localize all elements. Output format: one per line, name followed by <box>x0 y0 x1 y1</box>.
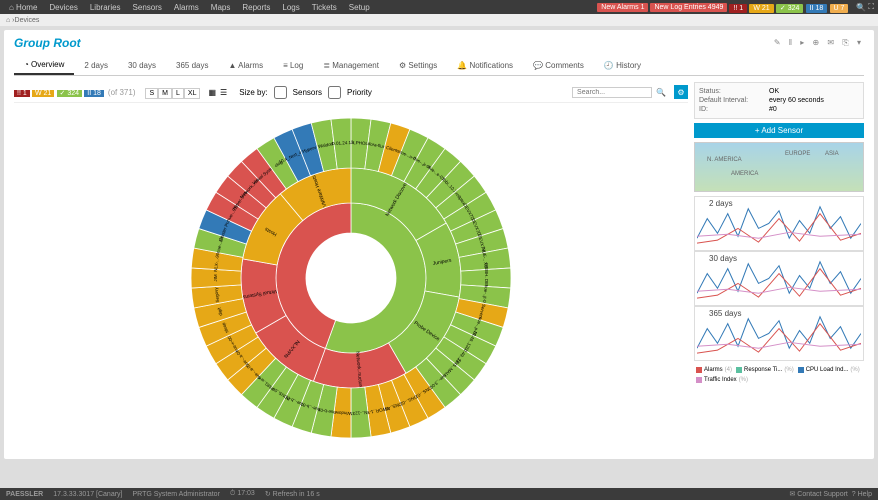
size-xl-button[interactable]: XL <box>184 88 201 99</box>
tab-2 days[interactable]: 2 days <box>74 56 118 75</box>
add-sensor-button[interactable]: + Add Sensor <box>694 123 864 138</box>
tab-notifications[interactable]: 🔔 Notifications <box>447 56 523 75</box>
new-log-badge[interactable]: New Log Entries 4949 <box>650 3 727 12</box>
status-badge[interactable]: ✓ 324 <box>776 4 804 13</box>
world-map[interactable]: N. AMERICA EUROPE ASIA AMERICA <box>694 142 864 192</box>
status-badge[interactable]: U 7 <box>830 4 849 13</box>
sensors-checkbox[interactable] <box>274 86 287 99</box>
id-value: #0 <box>769 106 777 113</box>
toolbar-badge[interactable]: ✓ 324 <box>57 90 83 97</box>
mini-chart-2 days[interactable]: 2 days <box>694 196 864 251</box>
size-l-button[interactable]: L <box>172 88 184 99</box>
tab-30 days[interactable]: 30 days <box>118 56 166 75</box>
nav-libraries[interactable]: Libraries <box>85 1 126 14</box>
nav-setup[interactable]: Setup <box>344 1 375 14</box>
footer-bar: PAESSLER 17.3.33.3017 [Canary] PRTG Syst… <box>0 488 878 500</box>
status-info-box: Status:OK Default Interval:every 60 seco… <box>694 82 864 119</box>
search-icon[interactable]: 🔍 <box>656 88 666 97</box>
nav-tickets[interactable]: Tickets <box>307 1 342 14</box>
sunburst-chart[interactable]: Network DiscoveryJunipersProbe DeviceNet… <box>14 103 688 453</box>
brand-label: PAESSLER <box>6 491 43 498</box>
tab-overview[interactable]: ◔ Overview <box>14 56 74 75</box>
page-title: Group Root <box>14 36 81 50</box>
search-input[interactable] <box>572 87 652 98</box>
legend-item: Response Ti... (%) <box>736 367 794 373</box>
legend-item: Traffic Index (%) <box>696 377 748 383</box>
title-toolbar[interactable]: ✎ ‖ ▸ ⊕ ✉ ⎘ ▾ <box>774 38 864 48</box>
count-of: (of 371) <box>108 88 136 97</box>
list-view-icon[interactable]: ☰ <box>220 88 227 97</box>
top-nav-bar: ⌂ HomeDevicesLibrariesSensorsAlarmsMapsR… <box>0 0 878 14</box>
sidebar: Status:OK Default Interval:every 60 seco… <box>694 82 864 453</box>
legend-item: Alarms (4) <box>696 367 732 373</box>
chart-legend: Alarms (4) Response Ti... (%) CPU Load Ind… <box>694 365 864 385</box>
gear-icon[interactable]: ⚙ <box>674 85 688 99</box>
size-by-label: Size by: <box>239 88 267 97</box>
tab-settings[interactable]: ⚙ Settings <box>389 56 447 75</box>
status-badge[interactable]: II 18 <box>806 4 828 13</box>
svg-text:JIM: JIM <box>213 274 218 282</box>
interval-value: every 60 seconds <box>769 97 824 104</box>
new-alarms-badge[interactable]: New Alarms 1 <box>597 3 648 12</box>
main-nav: ⌂ HomeDevicesLibrariesSensorsAlarmsMapsR… <box>4 1 375 14</box>
nav-sensors[interactable]: Sensors <box>128 1 167 14</box>
tab-management[interactable]: ≣ Management <box>313 56 389 75</box>
search-icon[interactable]: 🔍 <box>856 3 866 12</box>
overview-toolbar: !! 1 W 21 ✓ 324 II 18 (of 371) SMLXL ▦ ☰… <box>14 82 688 103</box>
contact-support-link[interactable]: ✉ Contact Support <box>789 491 847 498</box>
toolbar-badge[interactable]: W 21 <box>32 90 54 97</box>
size-s-button[interactable]: S <box>145 88 158 99</box>
status-value: OK <box>769 88 779 95</box>
mini-chart-365 days[interactable]: 365 days <box>694 306 864 361</box>
priority-checkbox[interactable] <box>328 86 341 99</box>
tab-alarms[interactable]: ▲ Alarms <box>218 56 273 75</box>
grid-view-icon[interactable]: ▦ <box>208 88 216 97</box>
status-badge[interactable]: !! 1 <box>729 4 747 13</box>
tab-bar: ◔ Overview 2 days 30 days 365 days▲ Alar… <box>14 56 864 76</box>
legend-item: CPU Load Ind... (%) <box>798 367 860 373</box>
help-link[interactable]: ? Help <box>852 491 872 498</box>
nav-alarms[interactable]: Alarms <box>169 1 204 14</box>
nav-reports[interactable]: Reports <box>237 1 275 14</box>
nav-home[interactable]: ⌂ Home <box>4 1 42 14</box>
mini-chart-30 days[interactable]: 30 days <box>694 251 864 306</box>
size-m-button[interactable]: M <box>158 88 172 99</box>
tab-log[interactable]: ≡ Log <box>273 56 313 75</box>
tab-365 days[interactable]: 365 days <box>166 56 218 75</box>
breadcrumb: ⌂ › Devices <box>0 14 878 26</box>
status-badge[interactable]: W 21 <box>749 4 773 13</box>
nav-maps[interactable]: Maps <box>206 1 236 14</box>
tab-history[interactable]: 🕘 History <box>594 56 651 75</box>
toolbar-badge[interactable]: II 18 <box>84 90 104 97</box>
nav-logs[interactable]: Logs <box>277 1 304 14</box>
fullscreen-icon[interactable]: ⛶ <box>868 2 874 12</box>
toolbar-badge[interactable]: !! 1 <box>14 90 30 97</box>
nav-devices[interactable]: Devices <box>44 1 82 14</box>
tab-comments[interactable]: 💬 Comments <box>523 56 594 75</box>
